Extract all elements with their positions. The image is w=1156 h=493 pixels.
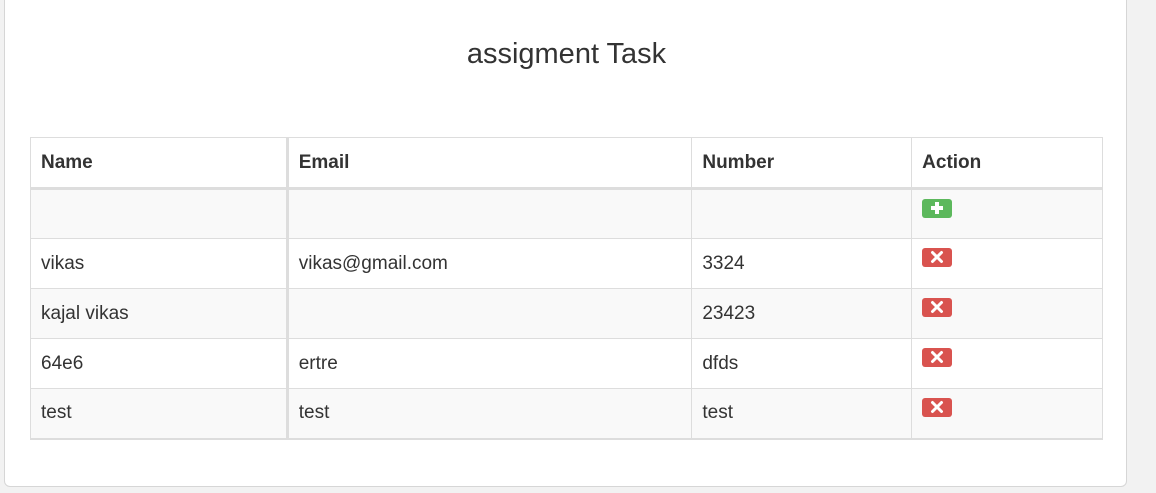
new-record-action-cell (911, 188, 1103, 239)
table-row: vikas vikas@gmail.com 3324 (30, 238, 1103, 289)
cell-action (911, 238, 1103, 289)
new-record-number-cell[interactable] (691, 188, 913, 239)
close-icon (931, 351, 944, 363)
close-icon (931, 251, 944, 263)
delete-row-button[interactable] (922, 248, 953, 267)
cell-action (911, 338, 1103, 389)
plus-icon (931, 201, 944, 214)
close-icon (931, 400, 944, 413)
delete-row-button[interactable] (922, 348, 953, 367)
cell-number: 23423 (691, 288, 913, 339)
cell-number: dfds (691, 338, 913, 389)
column-header-email: Email (286, 137, 693, 190)
cell-email: ertre (286, 338, 693, 389)
cell-name: 64e6 (30, 338, 289, 389)
column-header-number: Number (691, 137, 913, 190)
cell-email (286, 288, 693, 339)
table-row: 64e6 ertre dfds (30, 338, 1103, 389)
close-icon (931, 301, 944, 313)
table-header-row: Name Email Number Action (30, 137, 1103, 190)
new-record-name-cell[interactable] (30, 188, 289, 239)
cell-email: vikas@gmail.com (286, 238, 693, 289)
cell-name: test (30, 388, 289, 440)
cell-name: vikas (30, 238, 289, 289)
column-header-name: Name (30, 137, 289, 190)
table-row: kajal vikas 23423 (30, 288, 1103, 339)
cell-action (911, 288, 1103, 339)
delete-row-button[interactable] (922, 298, 953, 317)
page-title: assigment Task (466, 38, 667, 70)
cell-name: kajal vikas (30, 288, 289, 339)
cell-number: 3324 (691, 238, 913, 289)
table-row: test test test (30, 388, 1103, 440)
cell-email: test (286, 388, 693, 440)
delete-row-button[interactable] (922, 397, 953, 417)
cell-number: test (691, 388, 913, 440)
new-record-row (30, 188, 1103, 239)
content-panel: assigment Task Name Email Number Action (4, 0, 1127, 487)
cell-action (911, 388, 1103, 440)
new-record-email-cell[interactable] (286, 188, 693, 239)
records-table: Name Email Number Action vikas vikas@gma… (30, 137, 1103, 440)
column-header-action: Action (911, 137, 1103, 190)
add-row-button[interactable] (922, 198, 953, 218)
